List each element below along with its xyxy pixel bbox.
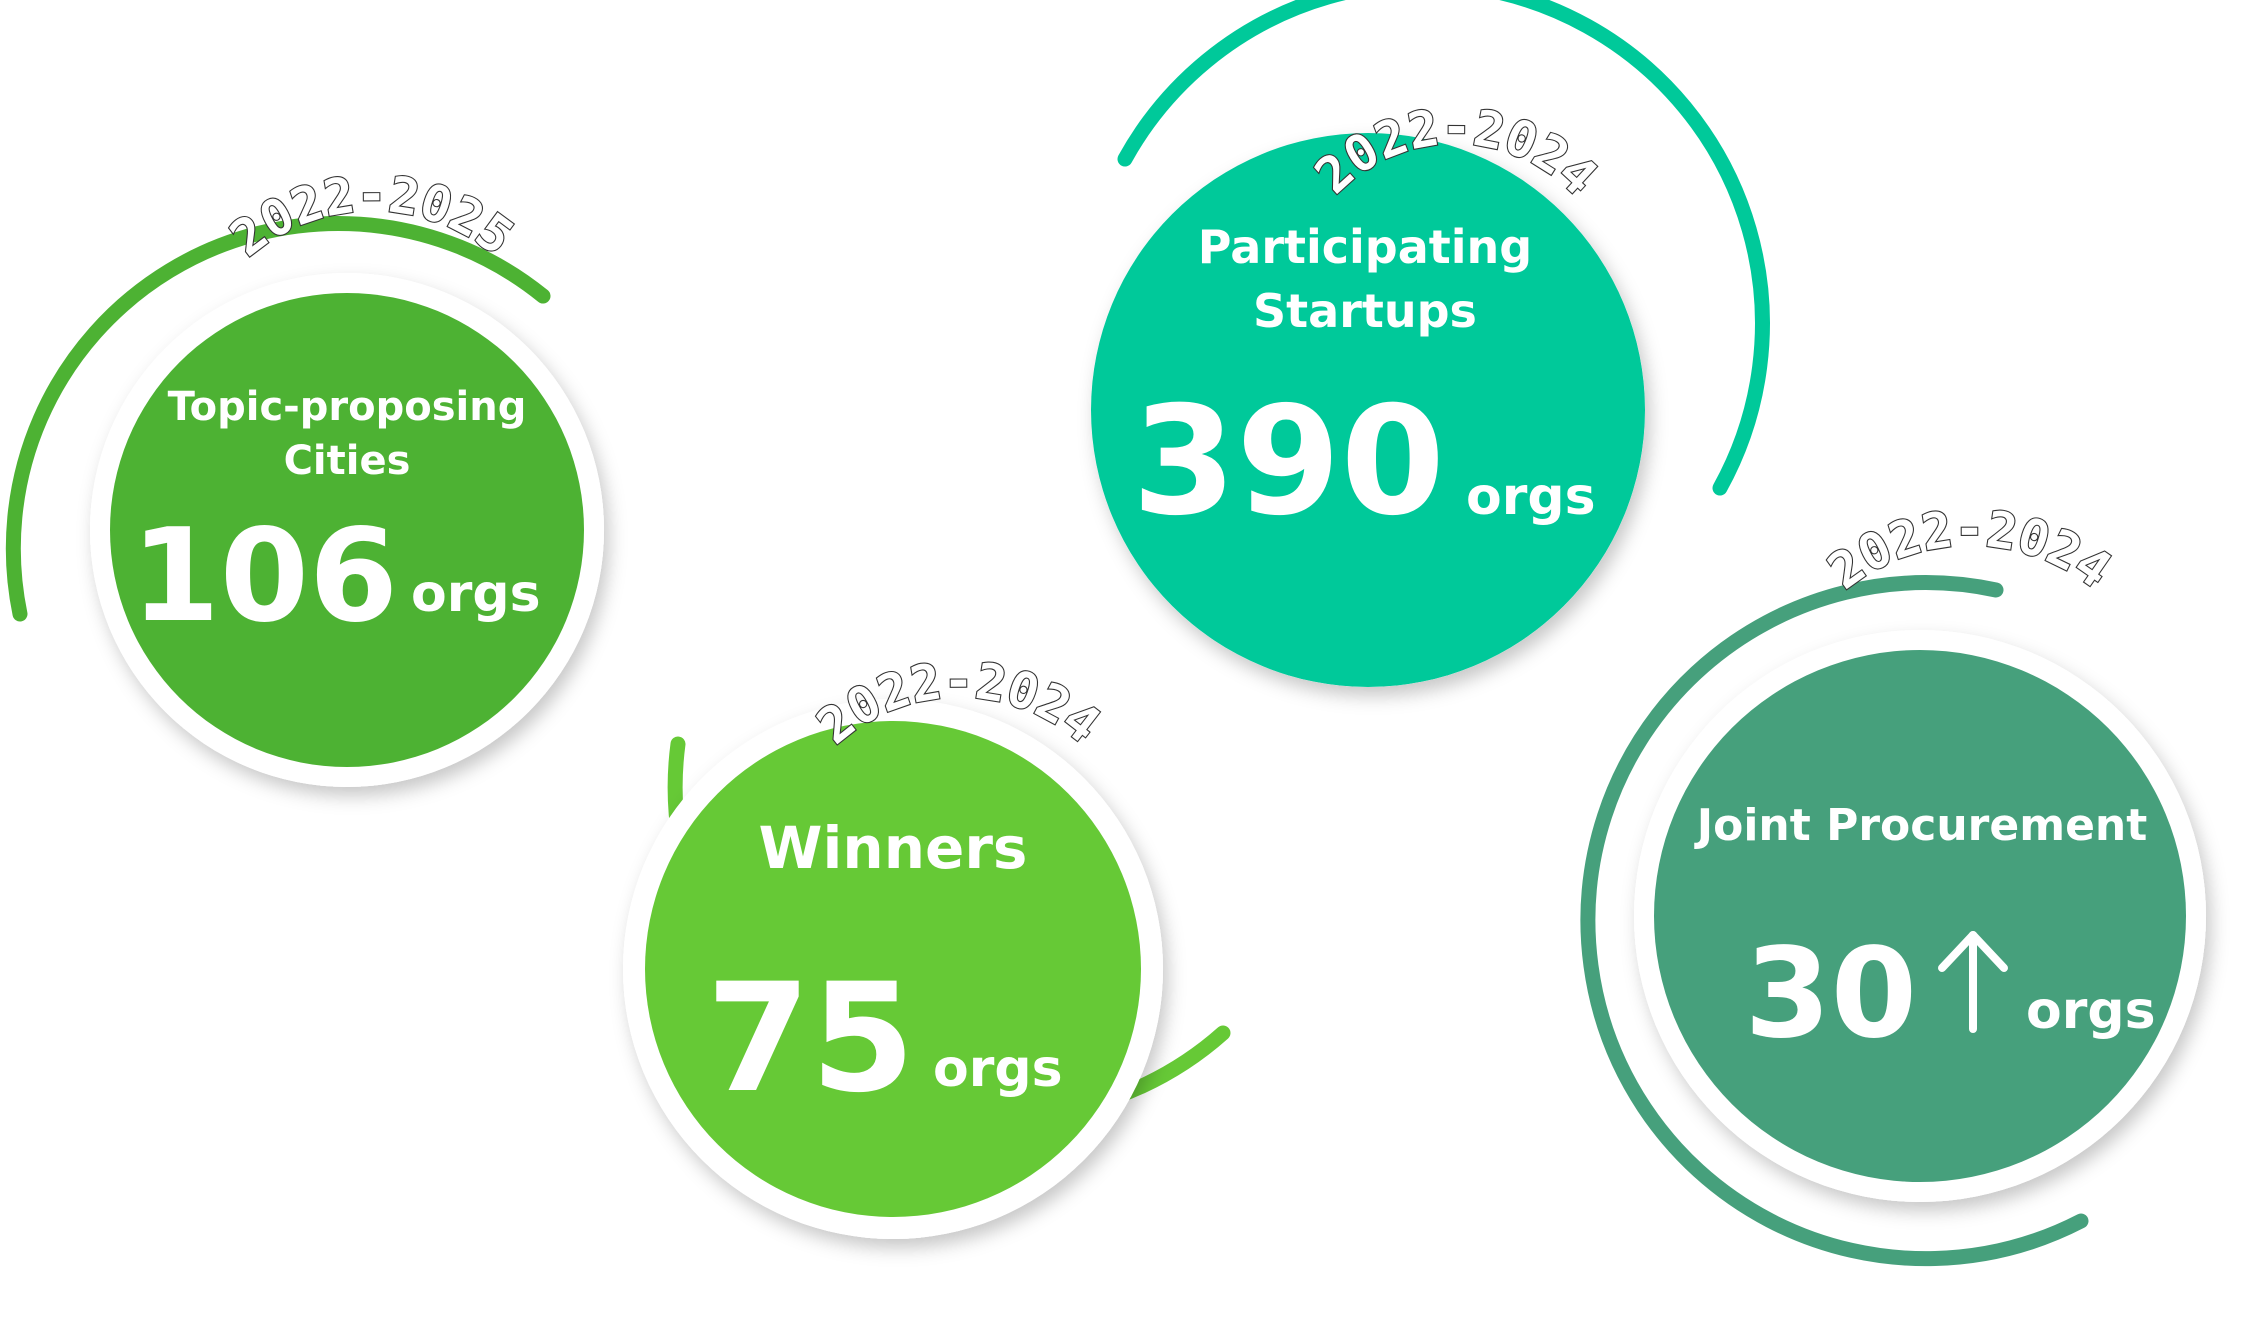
stat-winners: 2022-2024 Winners 75 orgs — [623, 650, 1231, 1239]
startups-unit: orgs — [1466, 467, 1596, 527]
cities-unit: orgs — [411, 564, 541, 624]
stat-startups: 2022-2024 Participating Startups 390 org… — [1091, 0, 1770, 687]
startups-value: 390 — [1132, 375, 1445, 549]
winners-unit: orgs — [933, 1039, 1063, 1099]
cities-label-line-2: Cities — [284, 438, 411, 484]
joint-unit: orgs — [2026, 981, 2156, 1041]
cities-label-line-1: Topic-proposing — [168, 384, 527, 430]
joint-value: 30 — [1744, 922, 1917, 1066]
stat-joint-procurement: 2022-2024 Joint Procurement 30 orgs — [1580, 499, 2206, 1267]
startups-label-line-2: Startups — [1253, 284, 1477, 338]
joint-disc — [1654, 650, 2186, 1182]
startups-label-line-1: Participating — [1198, 220, 1532, 274]
stat-cities: 2022-2025 Topic-proposing Cities 106 org… — [5, 164, 604, 787]
winners-value: 75 — [706, 952, 915, 1126]
winners-label: Winners — [759, 814, 1028, 882]
joint-label: Joint Procurement — [1694, 800, 2148, 851]
cities-value: 106 — [131, 502, 398, 651]
cities-year-range: 2022-2025 — [220, 165, 524, 268]
stats-infographic: 2022-2025 Topic-proposing Cities 106 org… — [5, 0, 2206, 1267]
